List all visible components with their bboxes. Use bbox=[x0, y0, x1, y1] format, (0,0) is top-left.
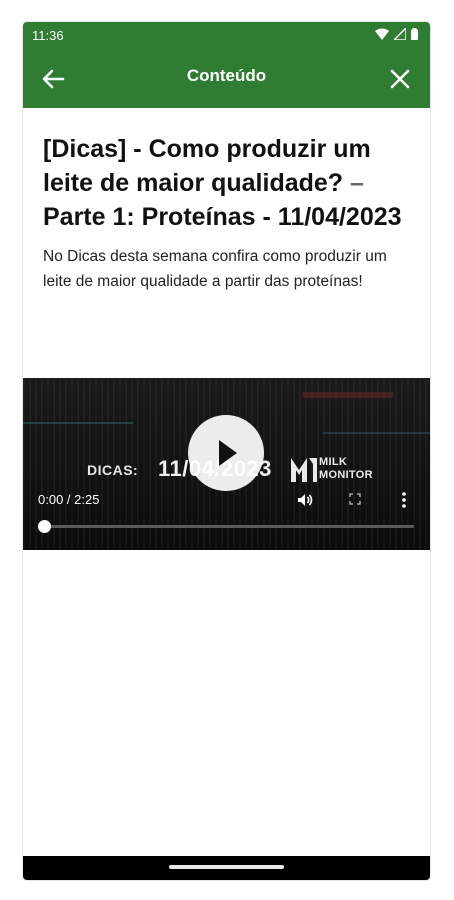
milk-monitor-logo: MILK MONITOR bbox=[289, 454, 373, 484]
play-icon bbox=[219, 440, 237, 466]
page-title: Conteúdo bbox=[186, 66, 267, 85]
more-options-button[interactable] bbox=[400, 490, 408, 515]
headline-rest: Parte 1: Proteínas - 11/04/2023 bbox=[43, 203, 402, 231]
video-time: 0:00 / 2:25 bbox=[38, 492, 100, 507]
seek-thumb[interactable] bbox=[38, 520, 51, 533]
signal-icon bbox=[392, 26, 407, 43]
fullscreen-icon bbox=[349, 493, 361, 505]
status-bar: 11:36 bbox=[23, 22, 430, 48]
system-nav-bar bbox=[23, 856, 430, 880]
close-button[interactable] bbox=[384, 63, 416, 95]
article-content: [Dicas] - Como produzir um leite de maio… bbox=[23, 108, 430, 294]
video-player[interactable]: DICAS: 11/04/2023 MILK MONITOR 0:00 / 2:… bbox=[23, 378, 430, 550]
glitch-effect bbox=[303, 392, 393, 398]
article-summary: No Dicas desta semana confira como produ… bbox=[43, 248, 387, 290]
more-vert-icon bbox=[402, 492, 406, 508]
video-banner-label: DICAS: bbox=[87, 462, 139, 478]
headline-main: [Dicas] - Como produzir um leite de maio… bbox=[43, 135, 371, 197]
glitch-effect bbox=[323, 432, 430, 434]
close-icon bbox=[390, 69, 410, 89]
article-headline: [Dicas] - Como produzir um leite de maio… bbox=[23, 108, 430, 234]
home-gesture-handle[interactable] bbox=[169, 865, 284, 869]
headline-dash: – bbox=[343, 169, 364, 197]
milk-monitor-logo-mark bbox=[291, 458, 317, 482]
logo-monitor: MONITOR bbox=[319, 469, 373, 481]
volume-icon bbox=[298, 494, 313, 506]
status-icons bbox=[375, 26, 418, 43]
play-button[interactable] bbox=[188, 415, 264, 491]
app-screen: 11:36 Conteúdo [Dicas] - Como produzir u… bbox=[23, 22, 430, 880]
battery-icon bbox=[411, 28, 418, 43]
volume-button[interactable] bbox=[295, 490, 315, 515]
seek-bar[interactable] bbox=[44, 525, 414, 528]
logo-milk: MILK bbox=[319, 456, 348, 468]
glitch-effect bbox=[23, 422, 133, 424]
status-time: 11:36 bbox=[32, 28, 64, 43]
wifi-icon bbox=[375, 28, 389, 43]
app-bar: Conteúdo bbox=[23, 48, 430, 108]
fullscreen-button[interactable] bbox=[346, 490, 364, 513]
